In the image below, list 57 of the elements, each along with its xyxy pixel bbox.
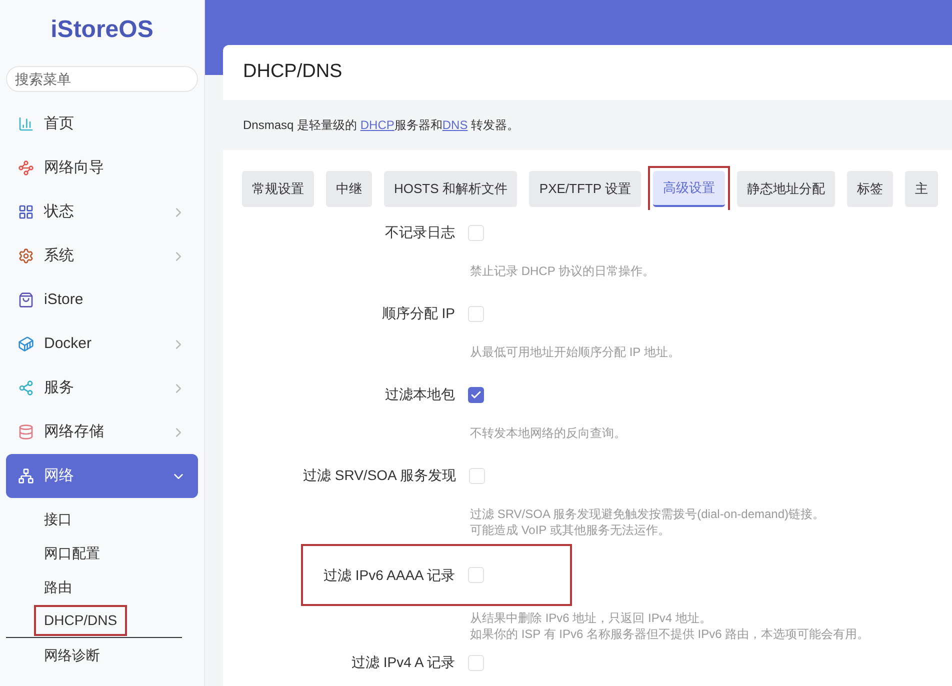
submenu-item[interactable]: 网络诊断	[36, 642, 108, 668]
option-label: 过滤 IPv4 A 记录	[350, 653, 455, 672]
option-label: 过滤本地包	[384, 385, 455, 404]
tab[interactable]: 静态地址分配	[736, 171, 835, 207]
container-icon	[18, 336, 34, 352]
option-description: 不转发本地网络的反向查询。	[470, 425, 627, 441]
menu-item[interactable]: 系统	[6, 234, 198, 278]
option-description: 禁止记录 DHCP 协议的日常操作。	[470, 263, 656, 279]
option-description: 如果你的 ISP 有 IPv6 名称服务器但不提供 IPv6 路由，本选项可能会有用。	[470, 626, 870, 642]
chart-icon	[18, 116, 34, 132]
tab[interactable]: 常规设置	[242, 171, 314, 207]
submenu-item[interactable]: 路由	[36, 574, 80, 600]
check-icon	[470, 388, 482, 400]
menu-item[interactable]: 网络存储	[6, 410, 198, 454]
submenu-item[interactable]: DHCP/DNS	[36, 607, 126, 634]
page-title: DHCP/DNS	[243, 60, 342, 84]
checkbox[interactable]	[468, 306, 484, 322]
logo: iStoreOS	[50, 15, 154, 45]
bag-icon	[18, 292, 34, 308]
tab[interactable]: 高级设置	[652, 171, 725, 207]
checkbox[interactable]	[468, 224, 484, 240]
menu-item[interactable]: 状态	[6, 190, 198, 234]
checkbox[interactable]	[468, 567, 484, 583]
tab[interactable]: PXE/TFTP 设置	[529, 171, 641, 207]
tab[interactable]: 主	[904, 171, 938, 207]
database-icon	[18, 424, 34, 440]
menu-item[interactable]: 服务	[6, 366, 198, 410]
option-description: 从结果中删除 IPv6 地址，只返回 IPv4 地址。	[470, 610, 712, 626]
checkbox[interactable]	[468, 654, 484, 670]
menu-item[interactable]: 网络向导	[6, 146, 198, 190]
menu-item[interactable]: 网络	[6, 454, 198, 498]
dns-link[interactable]: DNS	[442, 118, 468, 132]
intro-text: Dnsmasq 是轻量级的 DHCP服务器和DNS 转发器。	[243, 118, 520, 132]
option-label: 不记录日志	[384, 223, 455, 242]
menu-item[interactable]: 首页	[6, 102, 198, 146]
search-field[interactable]: 搜索菜单	[6, 66, 198, 92]
option-label: 过滤 SRV/SOA 服务发现	[303, 466, 456, 485]
submenu-item[interactable]: 接口	[36, 506, 80, 532]
option-label: 过滤 IPv6 AAAA 记录	[322, 566, 455, 584]
menu-item[interactable]: iStore	[6, 278, 198, 322]
grid-icon	[18, 204, 34, 220]
nodes-icon	[18, 380, 34, 396]
tab[interactable]: HOSTS 和解析文件	[384, 171, 518, 207]
dhcp-link[interactable]: DHCP	[360, 118, 394, 132]
option-description: 过滤 SRV/SOA 服务发现避免触发按需拨号(dial-on-demand)链接。	[470, 506, 826, 522]
gear-icon	[18, 248, 34, 264]
checkbox[interactable]	[468, 386, 484, 402]
checkbox[interactable]	[469, 468, 485, 484]
option-description: 可能造成 VoIP 或其他服务无法运作。	[470, 522, 671, 538]
route-icon	[18, 160, 34, 176]
tab[interactable]: 中继	[326, 171, 372, 207]
menu-item[interactable]: Docker	[6, 322, 198, 366]
network-icon	[18, 468, 34, 484]
option-label: 顺序分配 IP	[380, 304, 455, 323]
option-description: 从最低可用地址开始顺序分配 IP 地址。	[470, 344, 681, 360]
tab[interactable]: 标签	[846, 171, 893, 207]
submenu-item[interactable]: 网口配置	[36, 540, 108, 566]
